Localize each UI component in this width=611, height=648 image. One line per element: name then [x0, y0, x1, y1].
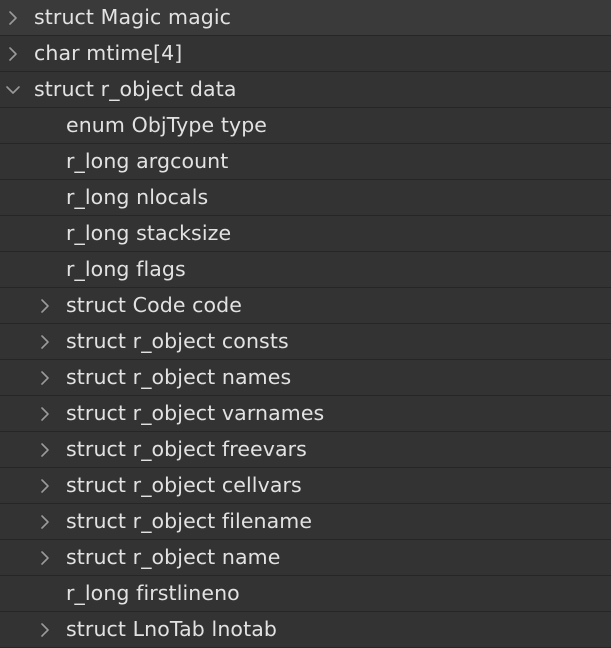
- chevron-right-icon[interactable]: [35, 396, 55, 431]
- tree-row-label: struct r_object cellvars: [66, 473, 302, 497]
- tree-row-label: r_long stacksize: [66, 221, 232, 245]
- tree-row[interactable]: struct r_object data: [0, 72, 611, 108]
- chevron-right-icon[interactable]: [3, 36, 23, 71]
- chevron-down-icon[interactable]: [3, 72, 23, 107]
- chevron-right-icon[interactable]: [35, 504, 55, 539]
- tree-row[interactable]: struct r_object varnames: [0, 396, 611, 432]
- tree-row[interactable]: struct r_object consts: [0, 324, 611, 360]
- tree-row[interactable]: struct r_object freevars: [0, 432, 611, 468]
- tree-row-label: struct r_object filename: [66, 509, 313, 533]
- tree-row[interactable]: struct LnoTab lnotab: [0, 612, 611, 648]
- tree-row[interactable]: struct r_object filename: [0, 504, 611, 540]
- tree-row[interactable]: r_long flags: [0, 252, 611, 288]
- chevron-right-icon[interactable]: [35, 432, 55, 467]
- tree-row[interactable]: r_long firstlineno: [0, 576, 611, 612]
- tree-row-label: struct Code code: [66, 293, 242, 317]
- tree-row[interactable]: struct r_object name: [0, 540, 611, 576]
- tree-row-label: r_long flags: [66, 257, 186, 281]
- chevron-right-icon[interactable]: [3, 0, 23, 35]
- tree-row-label: struct r_object data: [34, 77, 237, 101]
- tree-row-label: struct LnoTab lnotab: [66, 617, 277, 641]
- tree-row[interactable]: struct r_object names: [0, 360, 611, 396]
- chevron-right-icon[interactable]: [35, 288, 55, 323]
- chevron-right-icon[interactable]: [35, 540, 55, 575]
- tree-row-label: struct r_object freevars: [66, 437, 307, 461]
- tree-row-label: r_long argcount: [66, 149, 229, 173]
- tree-row[interactable]: struct Magic magic: [0, 0, 611, 36]
- struct-tree-view: struct Magic magic char mtime[4] struct r_…: [0, 0, 611, 648]
- tree-row[interactable]: struct r_object cellvars: [0, 468, 611, 504]
- tree-row-label: r_long nlocals: [66, 185, 209, 209]
- chevron-right-icon[interactable]: [35, 612, 55, 647]
- tree-row-label: char mtime[4]: [34, 41, 183, 65]
- tree-row-label: struct r_object varnames: [66, 401, 325, 425]
- chevron-right-icon[interactable]: [35, 360, 55, 395]
- tree-row-label: r_long firstlineno: [66, 581, 240, 605]
- tree-row-label: struct r_object names: [66, 365, 292, 389]
- tree-row[interactable]: r_long nlocals: [0, 180, 611, 216]
- tree-row-label: struct Magic magic: [34, 5, 232, 29]
- chevron-right-icon[interactable]: [35, 324, 55, 359]
- tree-row[interactable]: r_long argcount: [0, 144, 611, 180]
- tree-row-label: struct r_object consts: [66, 329, 289, 353]
- tree-row-label: struct r_object name: [66, 545, 281, 569]
- tree-row[interactable]: char mtime[4]: [0, 36, 611, 72]
- tree-row[interactable]: enum ObjType type: [0, 108, 611, 144]
- tree-row[interactable]: r_long stacksize: [0, 216, 611, 252]
- tree-row-label: enum ObjType type: [66, 113, 268, 137]
- tree-row[interactable]: struct Code code: [0, 288, 611, 324]
- chevron-right-icon[interactable]: [35, 468, 55, 503]
